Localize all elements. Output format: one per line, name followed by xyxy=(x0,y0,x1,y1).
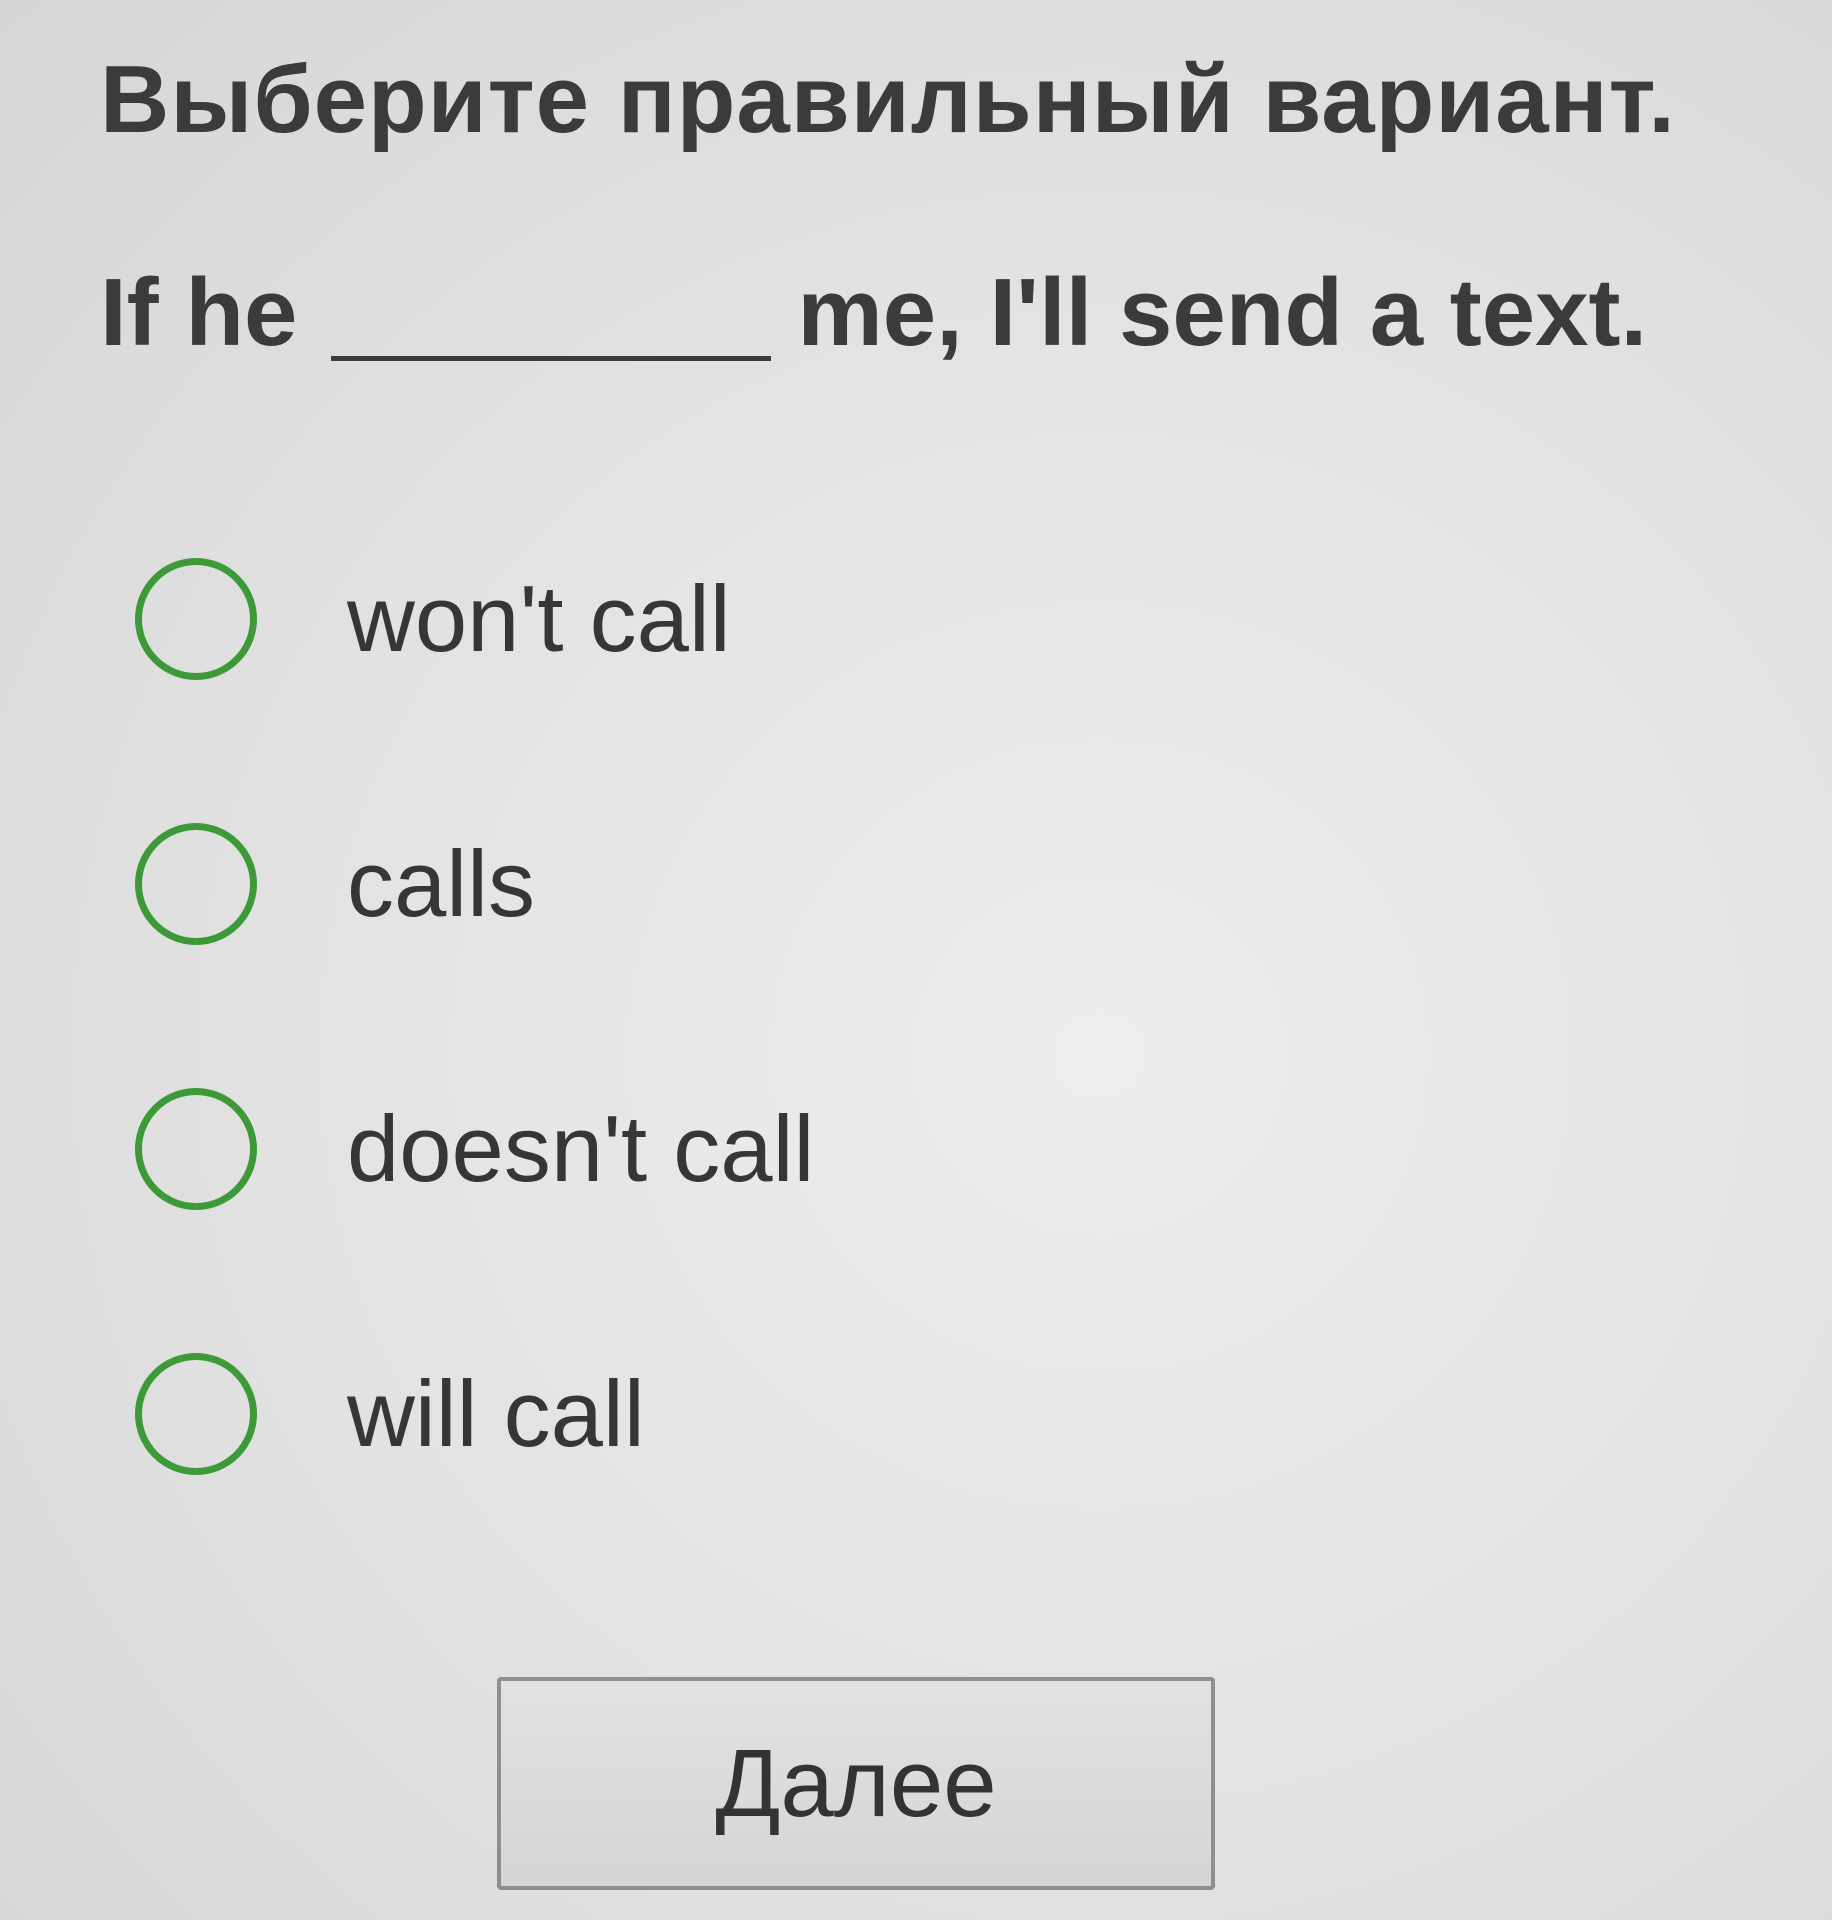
question-sentence: If he me, I'll send a text. xyxy=(100,244,1647,361)
option-label: won't call xyxy=(347,566,731,671)
option-calls[interactable]: calls xyxy=(135,820,814,948)
option-doesnt-call[interactable]: doesn't call xyxy=(135,1085,814,1213)
radio-button-icon[interactable] xyxy=(135,1353,257,1475)
option-label: calls xyxy=(347,831,536,936)
answer-blank xyxy=(331,260,772,361)
sentence-part-after: me, I'll send a text. xyxy=(797,259,1648,366)
radio-button-icon[interactable] xyxy=(135,1088,257,1210)
radio-button-icon[interactable] xyxy=(135,558,257,680)
instruction-heading: Выберите правильный вариант. xyxy=(100,46,1676,153)
sentence-part-before: If he xyxy=(100,259,298,366)
option-label: doesn't call xyxy=(347,1096,815,1201)
option-wont-call[interactable]: won't call xyxy=(135,555,814,683)
option-label: will call xyxy=(347,1361,645,1466)
next-button[interactable]: Далее xyxy=(497,1677,1215,1890)
answer-options-list: won't call calls doesn't call will call xyxy=(135,555,814,1478)
option-will-call[interactable]: will call xyxy=(135,1350,814,1478)
radio-button-icon[interactable] xyxy=(135,823,257,945)
